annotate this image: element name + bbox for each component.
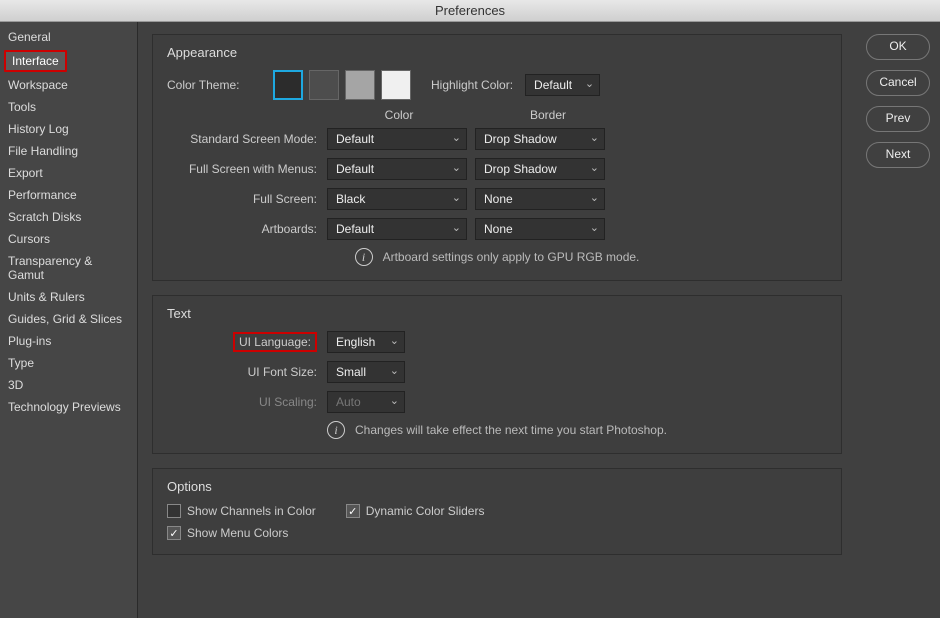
sidebar-item-transparency-gamut[interactable]: Transparency & Gamut	[0, 250, 137, 286]
ui-scaling-select: Auto	[327, 391, 405, 413]
sidebar-item-units-rulers[interactable]: Units & Rulers	[0, 286, 137, 308]
full-screen-label: Full Screen:	[167, 192, 327, 206]
options-title: Options	[167, 479, 827, 494]
standard-screen-mode-label: Standard Screen Mode:	[167, 132, 327, 146]
full-menus-border-select[interactable]: Drop Shadow	[475, 158, 605, 180]
sidebar-item-type[interactable]: Type	[0, 352, 137, 374]
full-border-select[interactable]: None	[475, 188, 605, 210]
theme-swatch-darkest[interactable]	[273, 70, 303, 100]
full-menus-color-select[interactable]: Default	[327, 158, 467, 180]
show-menu-colors-checkbox[interactable]: Show Menu Colors	[167, 526, 288, 540]
sidebar-item-workspace[interactable]: Workspace	[0, 74, 137, 96]
sidebar-item-plugins[interactable]: Plug-ins	[0, 330, 137, 352]
dynamic-sliders-label: Dynamic Color Sliders	[366, 504, 485, 518]
sidebar-item-performance[interactable]: Performance	[0, 184, 137, 206]
theme-swatch-lightest[interactable]	[381, 70, 411, 100]
highlight-color-select[interactable]: Default	[525, 74, 600, 96]
info-icon: i	[327, 421, 345, 439]
appearance-title: Appearance	[167, 45, 827, 60]
window-title: Preferences	[0, 0, 940, 22]
ui-font-size-label: UI Font Size:	[167, 365, 327, 379]
ui-language-select[interactable]: English	[327, 331, 405, 353]
dialog-buttons: OK Cancel Prev Next	[856, 22, 940, 618]
artboards-label: Artboards:	[167, 222, 327, 236]
color-column-header: Color	[327, 108, 471, 122]
theme-swatch-light[interactable]	[345, 70, 375, 100]
color-theme-label: Color Theme:	[167, 78, 267, 92]
show-channels-label: Show Channels in Color	[187, 504, 316, 518]
sidebar-item-interface[interactable]: Interface	[4, 50, 67, 72]
artboards-color-select[interactable]: Default	[327, 218, 467, 240]
appearance-info-text: Artboard settings only apply to GPU RGB …	[383, 250, 640, 264]
text-title: Text	[167, 306, 827, 321]
sidebar-item-technology-previews[interactable]: Technology Previews	[0, 396, 137, 418]
sidebar-item-cursors[interactable]: Cursors	[0, 228, 137, 250]
theme-swatch-dark[interactable]	[309, 70, 339, 100]
dynamic-color-sliders-checkbox[interactable]: Dynamic Color Sliders	[346, 504, 485, 518]
options-section: Options Show Channels in Color Dynamic C…	[152, 468, 842, 555]
prev-button[interactable]: Prev	[866, 106, 930, 132]
cancel-button[interactable]: Cancel	[866, 70, 930, 96]
sidebar-item-general[interactable]: General	[0, 26, 137, 48]
standard-border-select[interactable]: Drop Shadow	[475, 128, 605, 150]
sidebar-item-file-handling[interactable]: File Handling	[0, 140, 137, 162]
sidebar-item-history-log[interactable]: History Log	[0, 118, 137, 140]
show-channels-checkbox[interactable]: Show Channels in Color	[167, 504, 316, 518]
sidebar-item-scratch-disks[interactable]: Scratch Disks	[0, 206, 137, 228]
text-info-text: Changes will take effect the next time y…	[355, 423, 667, 437]
full-screen-menus-label: Full Screen with Menus:	[167, 162, 327, 176]
text-section: Text UI Language: English UI Font Size: …	[152, 295, 842, 454]
highlight-color-label: Highlight Color:	[431, 78, 513, 92]
standard-color-select[interactable]: Default	[327, 128, 467, 150]
checkbox-icon	[167, 526, 181, 540]
next-button[interactable]: Next	[866, 142, 930, 168]
ui-scaling-label: UI Scaling:	[167, 395, 327, 409]
ui-language-label: UI Language:	[233, 332, 317, 352]
checkbox-icon	[167, 504, 181, 518]
show-menu-colors-label: Show Menu Colors	[187, 526, 288, 540]
sidebar-item-3d[interactable]: 3D	[0, 374, 137, 396]
checkbox-icon	[346, 504, 360, 518]
info-icon: i	[355, 248, 373, 266]
appearance-section: Appearance Color Theme: Highlight Color:…	[152, 34, 842, 281]
sidebar-item-tools[interactable]: Tools	[0, 96, 137, 118]
sidebar-item-guides-grid-slices[interactable]: Guides, Grid & Slices	[0, 308, 137, 330]
ok-button[interactable]: OK	[866, 34, 930, 60]
border-column-header: Border	[479, 108, 617, 122]
full-color-select[interactable]: Black	[327, 188, 467, 210]
sidebar-item-export[interactable]: Export	[0, 162, 137, 184]
ui-font-size-select[interactable]: Small	[327, 361, 405, 383]
artboards-border-select[interactable]: None	[475, 218, 605, 240]
sidebar: General Interface Workspace Tools Histor…	[0, 22, 138, 618]
content-panel: Appearance Color Theme: Highlight Color:…	[138, 22, 856, 618]
